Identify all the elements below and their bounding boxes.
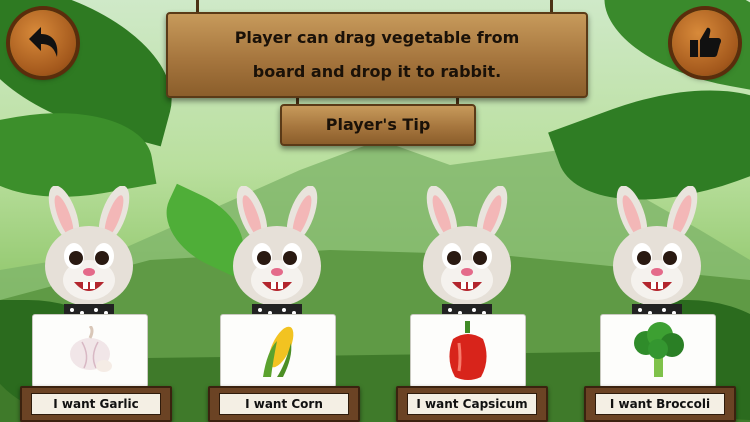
tip-title-board: Player's Tip [280,104,476,146]
thumbs-up-icon [690,27,722,57]
vegetable-card[interactable] [32,314,148,388]
rabbit-label: I want Corn [219,393,349,415]
rabbit-icon [613,185,701,318]
rabbit-label: I want Capsicum [407,393,537,415]
rabbit-label-board: I want Broccoli [584,386,736,422]
back-button[interactable] [10,10,76,76]
capsicum-icon [449,321,487,380]
vegetable-card[interactable] [220,314,336,388]
like-button[interactable] [672,10,738,76]
rabbit-icon [233,185,321,318]
broccoli-icon [634,322,684,377]
tip-line-2: board and drop it to rabbit. [252,62,502,81]
rabbit-icon [45,185,133,318]
vegetable-card[interactable] [600,314,716,388]
tip-board: Player can drag vegetable from board and… [166,12,588,98]
back-arrow-icon [29,27,58,57]
vegetable-card[interactable] [410,314,526,388]
rabbit-label-board: I want Capsicum [396,386,548,422]
tip-title: Player's Tip [325,115,431,134]
tip-line-1: Player can drag vegetable from [234,28,520,47]
rabbit-label-board: I want Garlic [20,386,172,422]
rabbit-label-board: I want Corn [208,386,360,422]
rabbit-label: I want Garlic [31,393,161,415]
corn-icon [263,326,294,377]
rabbit-icon [423,185,511,318]
game-scene: Player can drag vegetable from board and… [0,0,750,422]
garlic-icon [70,326,112,372]
rabbit-label: I want Broccoli [595,393,725,415]
